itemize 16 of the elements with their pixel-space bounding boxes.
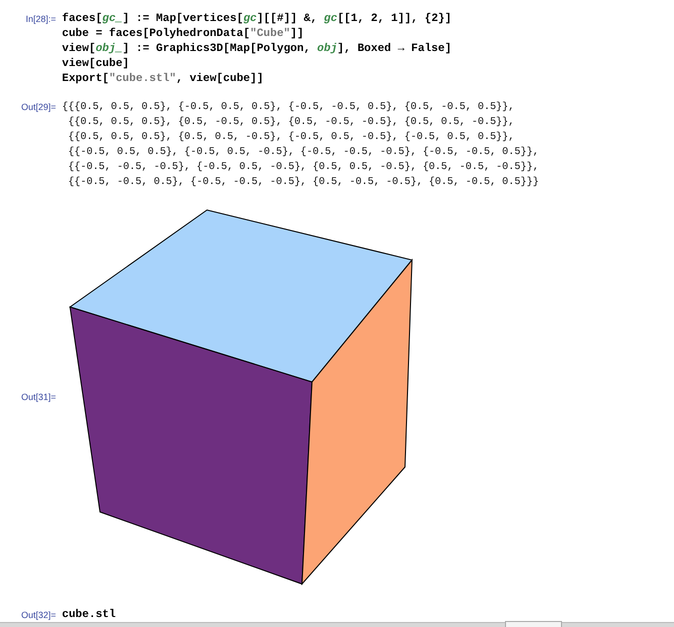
code-line: Export["cube.stl", view[cube]] (62, 72, 264, 87)
cell-label: In[28]:= (26, 14, 56, 24)
code-line: faces[gc_] := Map[vertices[gc][[#]] &, gc[[1, 2, 1]], {2}] (62, 12, 452, 27)
output-line: {{-0.5, 0.5, 0.5}, {-0.5, 0.5, -0.5}, {-0.5, -0.5, -0.5}, {-0.5, -0.5, 0.5}}, (67, 146, 539, 160)
code-line: view[cube] (62, 57, 130, 72)
cell-label: Out[31]= (21, 392, 56, 402)
cell-label: Out[29]= (21, 102, 56, 112)
output-line: {{-0.5, -0.5, 0.5}, {-0.5, -0.5, -0.5}, {0.5, -0.5, -0.5}, {0.5, -0.5, 0.5}}} (67, 176, 539, 190)
output-line: {{0.5, 0.5, 0.5}, {0.5, -0.5, 0.5}, {0.5, -0.5, -0.5}, {0.5, 0.5, -0.5}}, (67, 116, 516, 130)
code-line: cube = faces[PolyhedronData["Cube"]] (62, 27, 305, 42)
output-line: {{{0.5, 0.5, 0.5}, {-0.5, 0.5, 0.5}, {-0.5, -0.5, 0.5}, {0.5, -0.5, 0.5}}, (62, 100, 516, 115)
output-line: {{-0.5, -0.5, -0.5}, {-0.5, 0.5, -0.5}, {0.5, 0.5, -0.5}, {0.5, -0.5, -0.5}}, (67, 160, 539, 175)
cell-label: Out[32]= (21, 610, 56, 620)
output-line: {{0.5, 0.5, 0.5}, {0.5, 0.5, -0.5}, {-0.5, 0.5, -0.5}, {-0.5, 0.5, 0.5}}, (67, 130, 516, 145)
output-line: cube.stl (62, 608, 116, 623)
code-line: view[obj_] := Graphics3D[Map[Polygon, obj], Boxed → False] (62, 42, 452, 57)
